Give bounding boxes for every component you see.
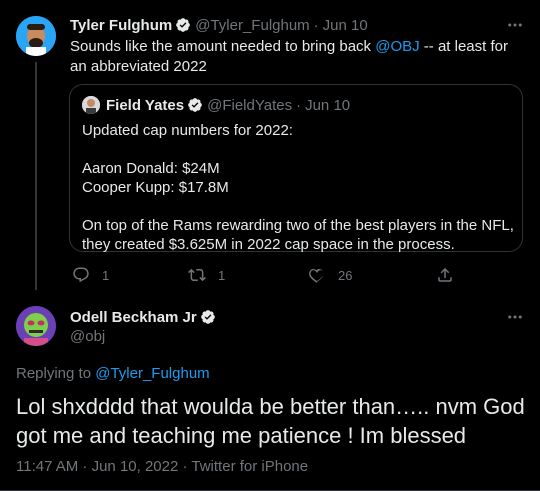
quoted-line: On top of the Rams rewarding two of the … bbox=[82, 217, 514, 253]
like-button[interactable]: 26 bbox=[308, 264, 352, 286]
reply-author-name[interactable]: Odell Beckham Jr bbox=[70, 309, 197, 326]
reply-text: Lol shxdddd that woulda be better than….… bbox=[16, 394, 525, 448]
author-handle[interactable]: @Tyler_Fulghum bbox=[195, 17, 309, 34]
quoted-line: Cooper Kupp: $17.8M bbox=[82, 179, 229, 196]
quoted-header: Field Yates @FieldYates · Jun 10 bbox=[106, 95, 350, 115]
more-options-icon[interactable] bbox=[504, 306, 526, 328]
share-button[interactable] bbox=[436, 264, 454, 286]
thread-line bbox=[35, 62, 37, 290]
quoted-date: Jun 10 bbox=[305, 96, 351, 114]
quoted-tweet[interactable]: Field Yates @FieldYates · Jun 10 Updated… bbox=[69, 84, 523, 254]
quoted-author-name: Field Yates bbox=[106, 96, 185, 114]
verified-badge-icon bbox=[188, 98, 202, 112]
tyler-avatar[interactable] bbox=[16, 16, 56, 56]
obj-avatar[interactable] bbox=[16, 306, 56, 346]
tweet-header: Tyler Fulghum @Tyler_Fulghum · Jun 10 bbox=[70, 15, 368, 35]
quoted-author-handle: @FieldYates bbox=[207, 96, 293, 114]
separator: · bbox=[296, 96, 302, 114]
tweet-text: Sounds like the amount needed to bring b… bbox=[70, 37, 520, 77]
reply-author-handle[interactable]: @obj bbox=[70, 328, 105, 345]
reply-header: Odell Beckham Jr bbox=[70, 307, 216, 327]
like-count: 26 bbox=[338, 267, 353, 283]
replying-to-link[interactable]: @Tyler_Fulghum bbox=[95, 365, 209, 382]
reply-count: 1 bbox=[102, 267, 110, 283]
retweet-button[interactable]: 1 bbox=[188, 264, 225, 286]
retweet-icon bbox=[188, 268, 206, 282]
quoted-line: Updated cap numbers for 2022: bbox=[82, 122, 293, 139]
verified-badge-icon bbox=[200, 310, 215, 324]
quoted-text: Updated cap numbers for 2022: Aaron Dona… bbox=[82, 121, 514, 254]
more-options-icon[interactable] bbox=[504, 14, 526, 36]
tweet-date[interactable]: Jun 10 bbox=[323, 17, 368, 34]
author-name[interactable]: Tyler Fulghum bbox=[70, 17, 172, 34]
separator: · bbox=[313, 16, 319, 34]
tweet-page: Tyler Fulghum @Tyler_Fulghum · Jun 10 So… bbox=[0, 0, 540, 491]
tweet-text-part: Sounds like the amount needed to bring b… bbox=[70, 38, 376, 55]
reply-icon bbox=[73, 267, 89, 283]
verified-badge-icon bbox=[176, 18, 191, 32]
replying-to-label: Replying to bbox=[16, 365, 96, 382]
quoted-line: Aaron Donald: $24M bbox=[82, 160, 220, 177]
heart-icon bbox=[309, 269, 324, 283]
field-yates-avatar bbox=[82, 96, 100, 114]
tweet-actions: 1 1 26 bbox=[64, 264, 464, 286]
replying-to: Replying to @Tyler_Fulghum bbox=[16, 365, 210, 382]
retweet-count: 1 bbox=[218, 267, 226, 283]
mention-link[interactable]: @OBJ bbox=[375, 38, 419, 55]
tweet-meta[interactable]: 11:47 AM · Jun 10, 2022 · Twitter for iP… bbox=[16, 458, 308, 475]
share-icon bbox=[438, 267, 452, 282]
reply-button[interactable]: 1 bbox=[72, 264, 109, 286]
